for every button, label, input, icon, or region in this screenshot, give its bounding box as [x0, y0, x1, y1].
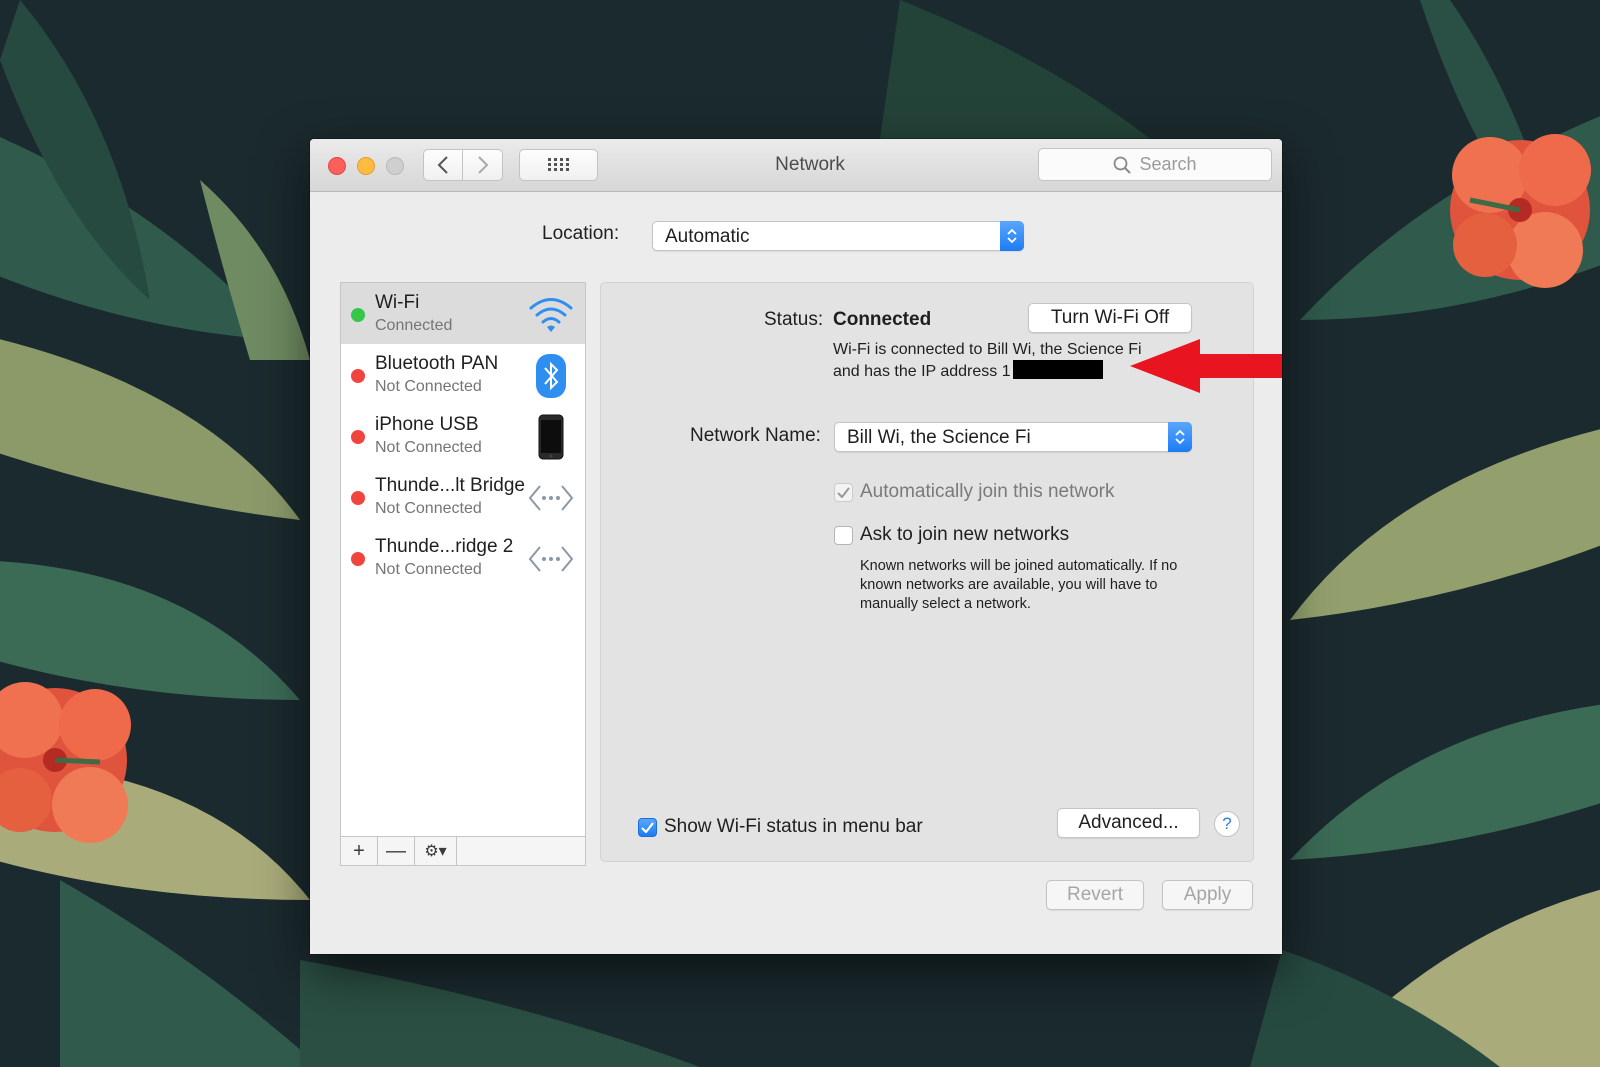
status-dot	[351, 491, 365, 505]
annotation-arrow-icon	[1130, 339, 1282, 393]
back-button[interactable]	[423, 149, 463, 181]
sidebar-toolbar: + — ⚙︎▾	[340, 836, 586, 866]
show-wifi-status-checkbox[interactable]	[638, 818, 657, 837]
location-popup[interactable]: Automatic	[652, 221, 1024, 251]
service-name: Thunde...ridge 2	[375, 536, 514, 557]
iphone-icon	[527, 414, 575, 460]
service-status: Not Connected	[375, 378, 482, 395]
service-status: Not Connected	[375, 561, 482, 578]
grid-icon	[547, 158, 569, 171]
network-preferences-window: Network Search Location: Automatic Wi-Fi…	[310, 139, 1282, 954]
chevron-right-icon	[477, 156, 488, 174]
search-icon	[1114, 156, 1132, 174]
status-label: Status:	[764, 309, 824, 330]
service-item-thunderbolt-bridge[interactable]: Thunde...lt Bridge Not Connected	[341, 466, 585, 527]
show-all-button[interactable]	[519, 149, 598, 181]
service-item-wifi[interactable]: Wi-Fi Connected	[341, 283, 585, 344]
network-services-list: Wi-Fi Connected Bluetooth PAN Not Connec…	[340, 282, 586, 862]
thunderbolt-bridge-icon	[527, 537, 575, 581]
status-dot	[351, 552, 365, 566]
service-actions-button[interactable]: ⚙︎▾	[415, 837, 457, 865]
service-status: Not Connected	[375, 500, 482, 517]
apply-button[interactable]: Apply	[1162, 880, 1253, 910]
hibiscus-flower-right	[1450, 134, 1591, 288]
status-dot	[351, 369, 365, 383]
service-status: Not Connected	[375, 439, 482, 456]
status-description-line2-wrap: and has the IP address 1	[833, 360, 1142, 382]
help-button[interactable]: ?	[1214, 811, 1240, 837]
location-label: Location:	[542, 223, 620, 244]
network-name-label: Network Name:	[690, 425, 821, 446]
status-value: Connected	[833, 309, 932, 330]
show-wifi-status-label[interactable]: Show Wi-Fi status in menu bar	[664, 816, 923, 838]
location-value: Automatic	[665, 226, 750, 247]
service-name: Bluetooth PAN	[375, 353, 499, 374]
auto-join-label[interactable]: Automatically join this network	[860, 481, 1115, 503]
service-item-iphone-usb[interactable]: iPhone USB Not Connected	[341, 405, 585, 466]
checkmark-icon	[837, 487, 850, 498]
remove-service-button[interactable]: —	[378, 837, 415, 865]
zoom-window-button[interactable]	[386, 157, 404, 175]
forward-button[interactable]	[463, 149, 503, 181]
thunderbolt-bridge-icon	[527, 476, 575, 520]
status-dot	[351, 308, 365, 322]
revert-button[interactable]: Revert	[1046, 880, 1144, 910]
hibiscus-flower-left	[0, 682, 131, 843]
service-name: iPhone USB	[375, 414, 479, 435]
wifi-icon	[527, 293, 575, 337]
auto-join-checkbox[interactable]	[834, 483, 853, 502]
advanced-button[interactable]: Advanced...	[1057, 808, 1200, 838]
ask-join-label[interactable]: Ask to join new networks	[860, 524, 1069, 546]
title-bar: Network Search	[310, 139, 1282, 192]
gear-icon: ⚙︎▾	[424, 843, 447, 860]
service-name: Thunde...lt Bridge	[375, 475, 525, 496]
service-item-bluetooth-pan[interactable]: Bluetooth PAN Not Connected	[341, 344, 585, 405]
checkmark-icon	[641, 822, 654, 833]
status-description-line2: and has the IP address 1	[833, 363, 1011, 380]
status-description: Wi-Fi is connected to Bill Wi, the Scien…	[833, 339, 1142, 382]
status-description-line1: Wi-Fi is connected to Bill Wi, the Scien…	[833, 341, 1142, 358]
service-status: Connected	[375, 317, 453, 334]
popup-stepper-icon	[1168, 422, 1192, 452]
status-dot	[351, 430, 365, 444]
minimize-window-button[interactable]	[357, 157, 375, 175]
turn-wifi-off-button[interactable]: Turn Wi-Fi Off	[1028, 303, 1192, 333]
service-name: Wi-Fi	[375, 292, 420, 313]
network-name-value: Bill Wi, the Science Fi	[847, 427, 1031, 448]
service-item-thunderbolt-bridge-2[interactable]: Thunde...ridge 2 Not Connected	[341, 527, 585, 588]
window-title: Network	[775, 154, 845, 175]
network-name-popup[interactable]: Bill Wi, the Science Fi	[834, 422, 1192, 452]
ask-join-checkbox[interactable]	[834, 526, 853, 545]
ip-address-redaction	[1012, 360, 1103, 379]
search-placeholder: Search	[1139, 154, 1197, 174]
ask-join-help-text: Known networks will be joined automatica…	[860, 558, 1178, 612]
navigation-buttons	[423, 149, 503, 181]
search-field[interactable]: Search	[1038, 148, 1272, 181]
chevron-left-icon	[437, 156, 448, 174]
add-service-button[interactable]: +	[341, 837, 378, 865]
bluetooth-icon	[527, 354, 575, 398]
popup-stepper-icon	[1000, 221, 1024, 251]
close-window-button[interactable]	[328, 157, 346, 175]
